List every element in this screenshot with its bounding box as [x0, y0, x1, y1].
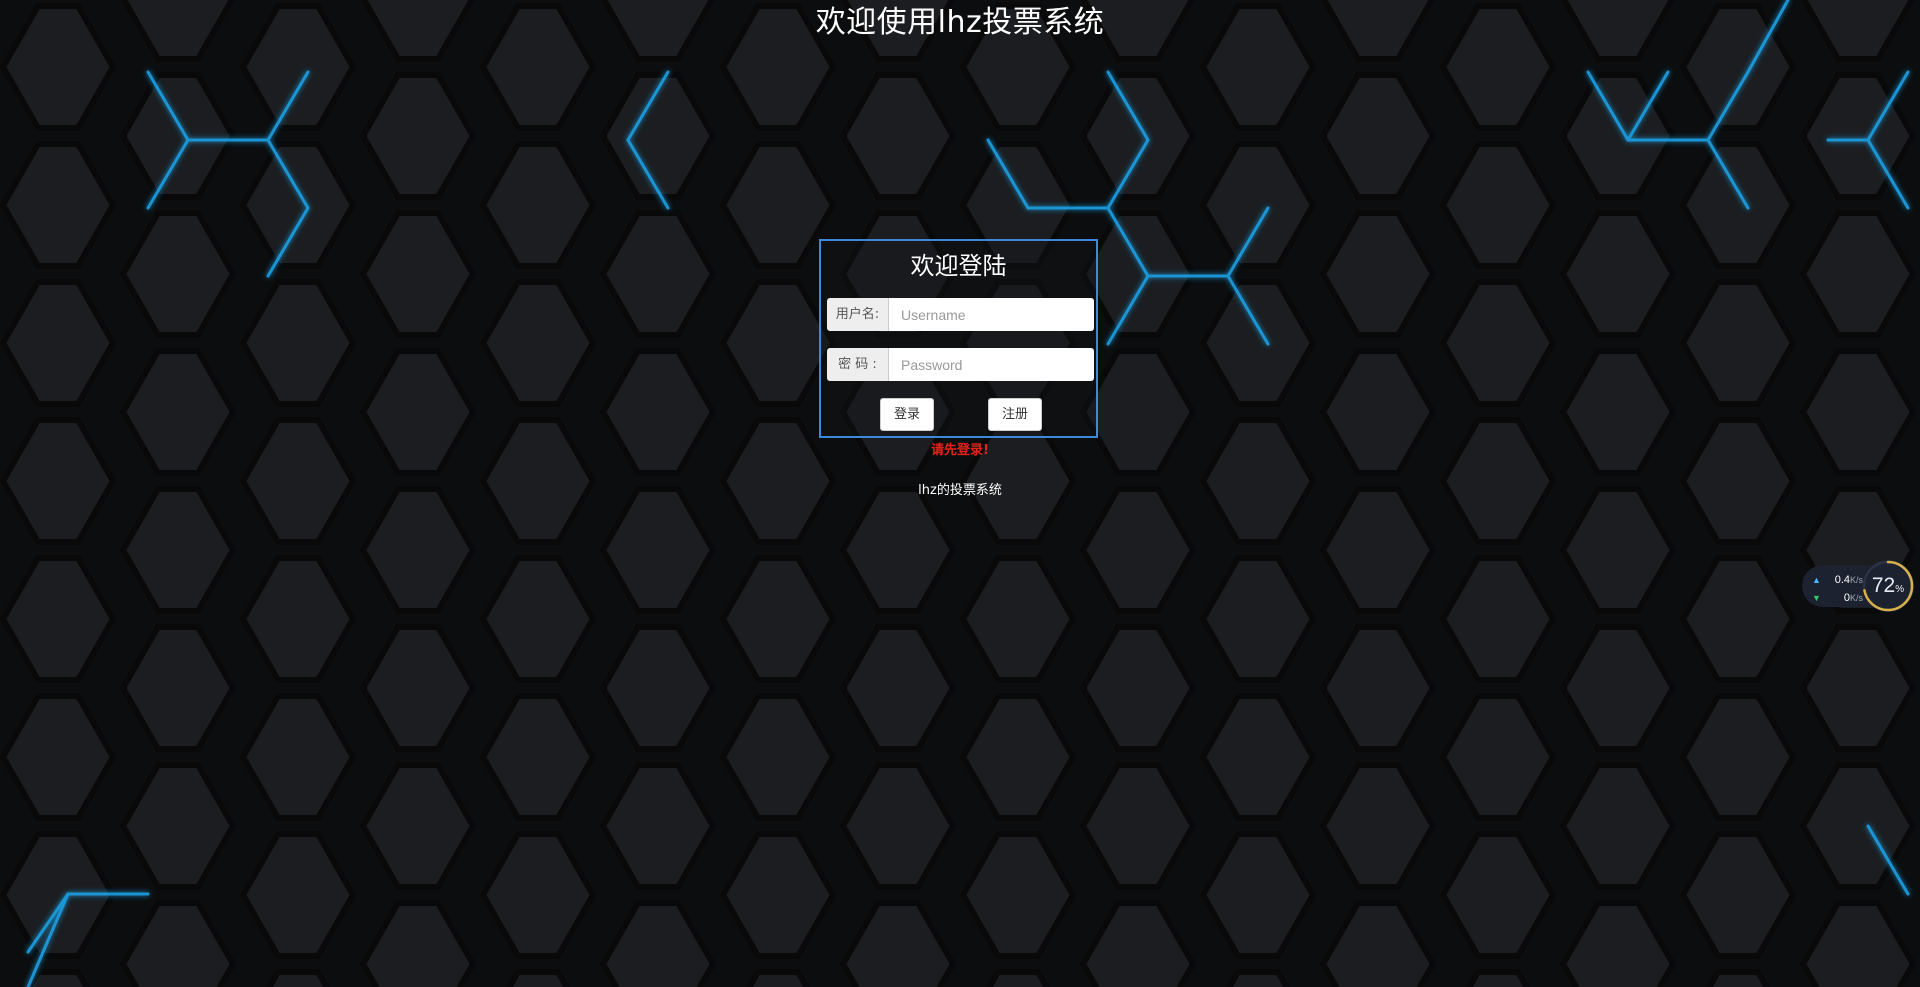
- page-title: 欢迎使用lhz投票系统: [815, 5, 1105, 40]
- upload-speed-value: 0.4: [1834, 574, 1850, 586]
- username-input[interactable]: [889, 298, 1094, 331]
- download-speed-value: 0: [1843, 592, 1850, 604]
- download-arrow-icon: ▼: [1812, 593, 1821, 603]
- usage-unit: %: [1895, 584, 1905, 595]
- page: 欢迎使用lhz投票系统 欢迎登陆 用户名: 密 码 : 登录 注册 请先登录! …: [0, 0, 1920, 987]
- username-group: 用户名:: [827, 298, 1094, 331]
- upload-arrow-icon: ▲: [1812, 575, 1821, 585]
- usage-value: 72: [1871, 574, 1896, 597]
- login-heading: 欢迎登陆: [910, 252, 1007, 280]
- login-panel: 欢迎登陆 用户名: 密 码 : 登录 注册: [819, 239, 1098, 438]
- login-required-alert: 请先登录!: [931, 443, 989, 458]
- network-speed-widget[interactable]: ▲ 0.4K/s ▼ 0K/s 72%: [1800, 558, 1920, 614]
- username-label: 用户名:: [827, 298, 889, 331]
- register-button[interactable]: 注册: [988, 398, 1042, 431]
- password-group: 密 码 :: [827, 348, 1094, 381]
- usage-percentage: 72%: [1860, 558, 1916, 614]
- login-button[interactable]: 登录: [880, 398, 934, 431]
- footer-text: lhz的投票系统: [918, 483, 1002, 498]
- download-speed: ▼ 0K/s: [1812, 591, 1863, 605]
- password-label: 密 码 :: [827, 348, 889, 381]
- password-input[interactable]: [889, 348, 1094, 381]
- upload-speed: ▲ 0.4K/s: [1812, 573, 1863, 587]
